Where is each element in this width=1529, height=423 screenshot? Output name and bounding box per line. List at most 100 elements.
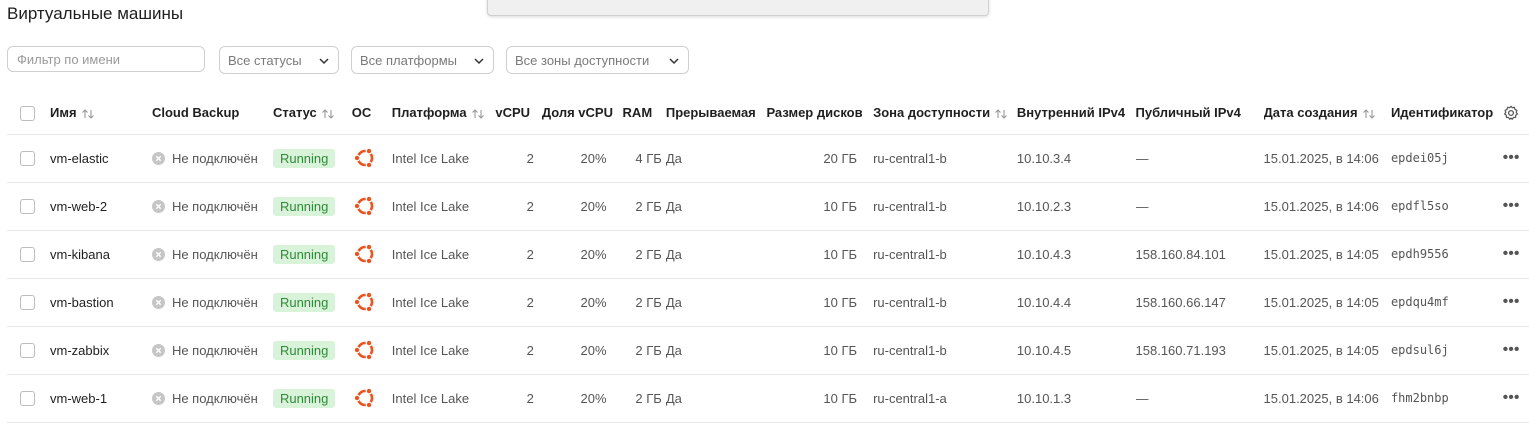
status-filter-label: Все статусы xyxy=(228,52,302,68)
ipv4-public-cell: 158.160.66.147 xyxy=(1135,278,1264,327)
id-cell[interactable]: epdsul6j xyxy=(1390,326,1494,375)
ipv4-public-cell: 158.160.84.101 xyxy=(1135,230,1264,279)
vcpu-cell: 2 xyxy=(495,134,542,183)
column-header-ram: RAM xyxy=(622,92,666,135)
select-all-checkbox[interactable] xyxy=(20,105,35,121)
column-header-status[interactable]: Статус xyxy=(272,92,352,135)
table-row[interactable]: vm-elastic Не подключён Running Intel Ic… xyxy=(7,134,1529,183)
ipv4-public-cell: — xyxy=(1135,182,1264,231)
vm-name[interactable]: vm-web-2 xyxy=(50,182,152,231)
chevron-down-icon xyxy=(319,58,329,65)
sort-arrows-icon xyxy=(471,109,484,119)
ram-cell: 2 ГБ xyxy=(622,182,666,231)
vm-name[interactable]: vm-bastion xyxy=(50,278,152,327)
vm-name[interactable]: vm-kibana xyxy=(50,230,152,279)
zone-cell: ru-central1-b xyxy=(873,230,1017,279)
row-checkbox[interactable] xyxy=(20,343,35,359)
ram-cell: 2 ГБ xyxy=(622,374,666,423)
column-header-disk: Размер дисков xyxy=(766,92,874,135)
ipv4-public-cell: — xyxy=(1135,134,1264,183)
platform-cell: Intel Ice Lake xyxy=(391,182,496,231)
row-actions-button[interactable]: ••• xyxy=(1493,326,1529,375)
platform-cell: Intel Ice Lake xyxy=(391,326,496,375)
ubuntu-icon xyxy=(353,147,374,169)
zone-cell: ru-central1-b xyxy=(873,182,1017,231)
backup-status: Не подключён xyxy=(171,390,258,406)
x-circle-icon xyxy=(151,151,165,165)
table-row[interactable]: vm-web-2 Не подключён Running Intel Ice … xyxy=(7,182,1529,231)
vcpu-share-cell: 20% xyxy=(541,278,623,327)
preemptible-cell: Да xyxy=(665,326,767,375)
row-actions-button[interactable]: ••• xyxy=(1493,278,1529,327)
row-actions-button[interactable]: ••• xyxy=(1493,374,1529,423)
id-cell[interactable]: epdei05j xyxy=(1390,134,1494,183)
sort-arrows-icon xyxy=(1362,109,1375,119)
ipv4-public-cell: — xyxy=(1135,374,1264,423)
backup-status: Не подключён xyxy=(171,198,258,214)
disk-cell: 10 ГБ xyxy=(766,230,874,279)
platform-cell: Intel Ice Lake xyxy=(391,278,496,327)
table-row[interactable]: vm-zabbix Не подключён Running Intel Ice… xyxy=(7,326,1529,375)
chevron-down-icon xyxy=(474,58,484,65)
row-actions-button[interactable]: ••• xyxy=(1493,134,1529,183)
backup-status: Не подключён xyxy=(171,150,258,166)
zone-cell: ru-central1-b xyxy=(873,278,1017,327)
vm-name[interactable]: vm-elastic xyxy=(50,134,152,183)
row-checkbox[interactable] xyxy=(20,391,35,407)
x-circle-icon xyxy=(151,295,165,309)
id-cell[interactable]: epdqu4mf xyxy=(1390,278,1494,327)
zone-filter-label: Все зоны доступности xyxy=(515,52,650,68)
vcpu-share-cell: 20% xyxy=(541,182,623,231)
row-actions-button[interactable]: ••• xyxy=(1493,230,1529,279)
name-filter-input[interactable] xyxy=(7,46,205,72)
column-header-platform[interactable]: Платформа xyxy=(391,92,496,135)
created-cell: 15.01.2025, в 14:06 xyxy=(1263,182,1391,231)
x-circle-icon xyxy=(151,247,165,261)
id-cell[interactable]: epdfl5so xyxy=(1390,182,1494,231)
ram-cell: 2 ГБ xyxy=(622,230,666,279)
ubuntu-icon xyxy=(353,387,374,409)
platform-cell: Intel Ice Lake xyxy=(391,230,496,279)
disk-cell: 10 ГБ xyxy=(766,278,874,327)
ipv4-internal-cell: 10.10.1.3 xyxy=(1016,374,1136,423)
vcpu-cell: 2 xyxy=(495,278,542,327)
row-checkbox[interactable] xyxy=(20,247,35,263)
row-checkbox[interactable] xyxy=(20,199,35,215)
ipv4-internal-cell: 10.10.4.3 xyxy=(1016,230,1136,279)
zone-cell: ru-central1-a xyxy=(873,374,1017,423)
preemptible-cell: Да xyxy=(665,278,767,327)
ram-cell: 2 ГБ xyxy=(622,278,666,327)
column-header-os: ОС xyxy=(351,92,392,135)
disk-cell: 10 ГБ xyxy=(766,182,874,231)
ram-cell: 2 ГБ xyxy=(622,326,666,375)
ipv4-internal-cell: 10.10.2.3 xyxy=(1016,182,1136,231)
status-badge: Running xyxy=(272,340,336,360)
vm-name[interactable]: vm-web-1 xyxy=(50,374,152,423)
platform-filter-label: Все платформы xyxy=(360,52,457,68)
table-row[interactable]: vm-kibana Не подключён Running Intel Ice… xyxy=(7,230,1529,279)
column-header-name[interactable]: Имя xyxy=(50,92,152,135)
row-checkbox[interactable] xyxy=(20,151,35,167)
vcpu-cell: 2 xyxy=(495,374,542,423)
id-cell[interactable]: epdh9556 xyxy=(1390,230,1494,279)
column-header-created[interactable]: Дата создания xyxy=(1263,92,1391,135)
vm-name[interactable]: vm-zabbix xyxy=(50,326,152,375)
ubuntu-icon xyxy=(353,195,374,217)
gear-icon[interactable] xyxy=(1503,105,1519,121)
disk-cell: 10 ГБ xyxy=(766,374,874,423)
id-cell[interactable]: fhm2bnbp xyxy=(1390,374,1494,423)
vcpu-cell: 2 xyxy=(495,326,542,375)
created-cell: 15.01.2025, в 14:06 xyxy=(1263,134,1391,183)
ram-cell: 4 ГБ xyxy=(622,134,666,183)
row-checkbox[interactable] xyxy=(20,295,35,311)
status-filter-select[interactable]: Все статусы xyxy=(219,46,339,74)
table-row[interactable]: vm-bastion Не подключён Running Intel Ic… xyxy=(7,278,1529,327)
platform-filter-select[interactable]: Все платформы xyxy=(351,46,494,74)
column-header-zone[interactable]: Зона доступности xyxy=(873,92,1017,135)
status-badge: Running xyxy=(272,244,336,264)
column-header-ipv4-public: Публичный IPv4 xyxy=(1135,92,1264,135)
zone-filter-select[interactable]: Все зоны доступности xyxy=(506,46,689,74)
vcpu-share-cell: 20% xyxy=(541,326,623,375)
row-actions-button[interactable]: ••• xyxy=(1493,182,1529,231)
table-row[interactable]: vm-web-1 Не подключён Running Intel Ice … xyxy=(7,374,1529,423)
